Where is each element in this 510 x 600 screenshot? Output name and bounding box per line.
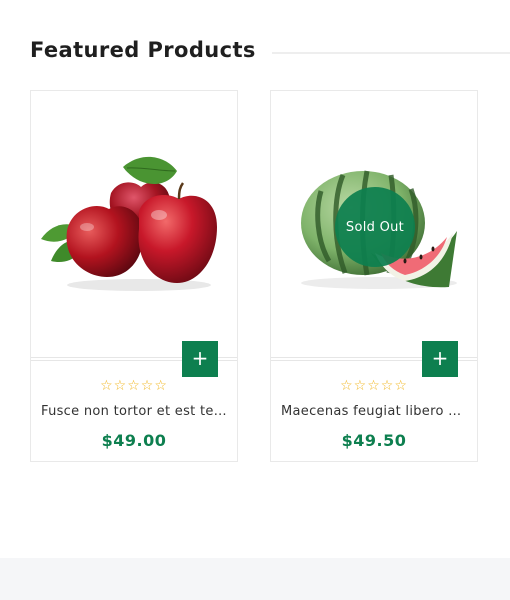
section-title: Featured Products: [30, 38, 256, 62]
title-divider: [272, 52, 510, 54]
product-price: $49.50: [341, 431, 407, 450]
product-price: $49.00: [101, 431, 167, 450]
add-to-cart-button[interactable]: +: [422, 341, 458, 377]
section-header: Featured Products: [30, 36, 510, 70]
add-to-cart-button[interactable]: +: [182, 341, 218, 377]
footer-band: [0, 558, 510, 600]
product-card[interactable]: + ☆☆☆☆☆ Fusce non tortor et est tempus $…: [30, 90, 238, 462]
product-card[interactable]: Sold Out + ☆☆☆☆☆ Maecenas feugiat libero…: [270, 90, 478, 462]
product-name[interactable]: Fusce non tortor et est tempus: [41, 404, 227, 419]
rating-stars: ☆☆☆☆☆: [100, 378, 168, 394]
rating-stars: ☆☆☆☆☆: [340, 378, 408, 394]
apples-image[interactable]: [31, 91, 237, 357]
sold-out-badge: Sold Out: [335, 187, 415, 267]
product-name[interactable]: Maecenas feugiat libero sit amet: [281, 404, 467, 419]
